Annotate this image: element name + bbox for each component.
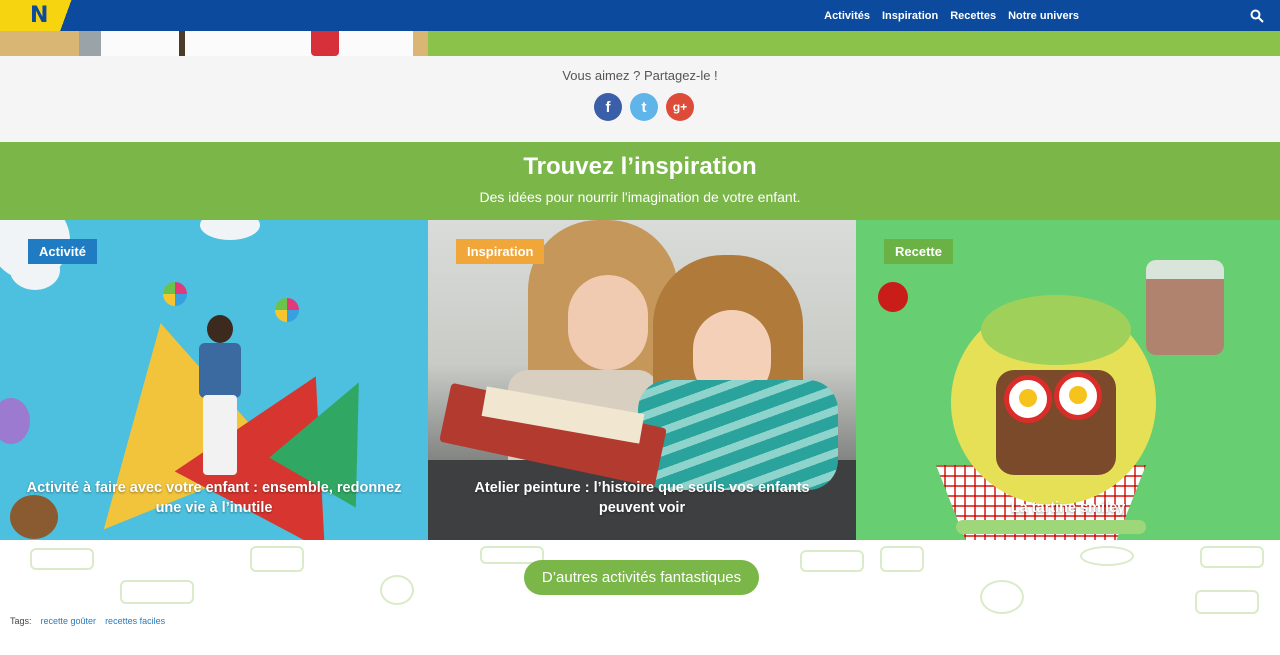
doodle <box>880 546 924 572</box>
logo-letter: N <box>30 3 49 28</box>
hero-image-box <box>79 31 101 56</box>
card-recette[interactable]: Recette La tartine smiley <box>856 220 1280 540</box>
green-fork <box>956 520 1146 534</box>
pinwheel-icon <box>275 298 299 322</box>
hero-image-eiffel <box>172 31 192 56</box>
nutella-logo[interactable]: N <box>0 0 78 31</box>
googleplus-icon[interactable]: g+ <box>666 93 694 121</box>
card-inspiration[interactable]: Inspiration Atelier peinture : l’histoir… <box>428 220 856 540</box>
share-title: Vous aimez ? Partagez-le ! <box>562 68 718 83</box>
card-tag-recette[interactable]: Recette <box>884 239 953 264</box>
doodle <box>1200 546 1264 568</box>
child-legs <box>203 395 237 475</box>
egg-eye-left <box>1004 375 1052 423</box>
nav-link-recettes[interactable]: Recettes <box>950 10 996 22</box>
nav-link-notre-univers[interactable]: Notre univers <box>1008 10 1079 22</box>
twitter-icon[interactable]: t <box>630 93 658 121</box>
child-head <box>207 315 233 343</box>
nav-link-inspiration[interactable]: Inspiration <box>882 10 938 22</box>
inspiration-banner: Trouvez l’inspiration Des idées pour nou… <box>0 142 1280 220</box>
doodle <box>250 546 304 572</box>
nav-link-activites[interactable]: Activités <box>824 10 870 22</box>
card-title-recette[interactable]: La tartine smiley <box>876 498 1260 518</box>
egg-eye-right <box>1054 372 1102 420</box>
doodle <box>1195 590 1259 614</box>
card-tag-inspiration[interactable]: Inspiration <box>456 239 545 264</box>
hero-image <box>0 31 428 56</box>
doodle <box>980 580 1024 614</box>
tags-label: Tags: <box>10 616 32 626</box>
inspiration-cards: Activité Activité à faire avec votre enf… <box>0 220 1280 540</box>
girl-right-sweater <box>638 380 838 490</box>
child-aviator <box>195 315 245 485</box>
chocolate-milk-glass <box>1146 260 1224 355</box>
card-title-inspiration[interactable]: Atelier peinture : l’histoire que seuls … <box>448 478 836 518</box>
facebook-icon[interactable]: f <box>594 93 622 121</box>
banner-subtitle: Des idées pour nourrir l'imagination de … <box>479 189 801 205</box>
hero-image-red-object <box>311 31 339 56</box>
doodle <box>120 580 194 604</box>
doodle <box>800 550 864 572</box>
banner-title: Trouvez l’inspiration <box>523 153 757 180</box>
search-icon[interactable] <box>1250 9 1264 23</box>
hero-image-paper <box>95 31 413 56</box>
balloon <box>0 398 30 444</box>
card-tag-activite[interactable]: Activité <box>28 239 97 264</box>
tag-link-recette-gouter[interactable]: recette goûter <box>41 616 97 626</box>
card-activite[interactable]: Activité Activité à faire avec votre enf… <box>0 220 428 540</box>
lettuce-hair <box>981 295 1131 365</box>
tag-link-recettes-faciles[interactable]: recettes faciles <box>105 616 165 626</box>
share-icons: f t g+ <box>594 93 694 121</box>
card-title-activite[interactable]: Activité à faire avec votre enfant : ens… <box>20 478 408 518</box>
top-navigation: N Activités Inspiration Recettes Notre u… <box>0 0 1280 31</box>
cloud-decoration <box>200 220 260 240</box>
child-body <box>199 343 241 398</box>
girl-left-face <box>568 275 648 370</box>
doodle <box>1080 546 1134 566</box>
tags-list: Tags: recette goûter recettes faciles <box>10 616 165 626</box>
nav-menu: Activités Inspiration Recettes Notre uni… <box>824 0 1079 31</box>
cherry-tomato <box>878 282 908 312</box>
more-activities-button[interactable]: D’autres activités fantastiques <box>524 560 759 595</box>
doodle <box>380 575 414 605</box>
pinwheel-icon <box>163 282 187 306</box>
doodle <box>30 548 94 570</box>
